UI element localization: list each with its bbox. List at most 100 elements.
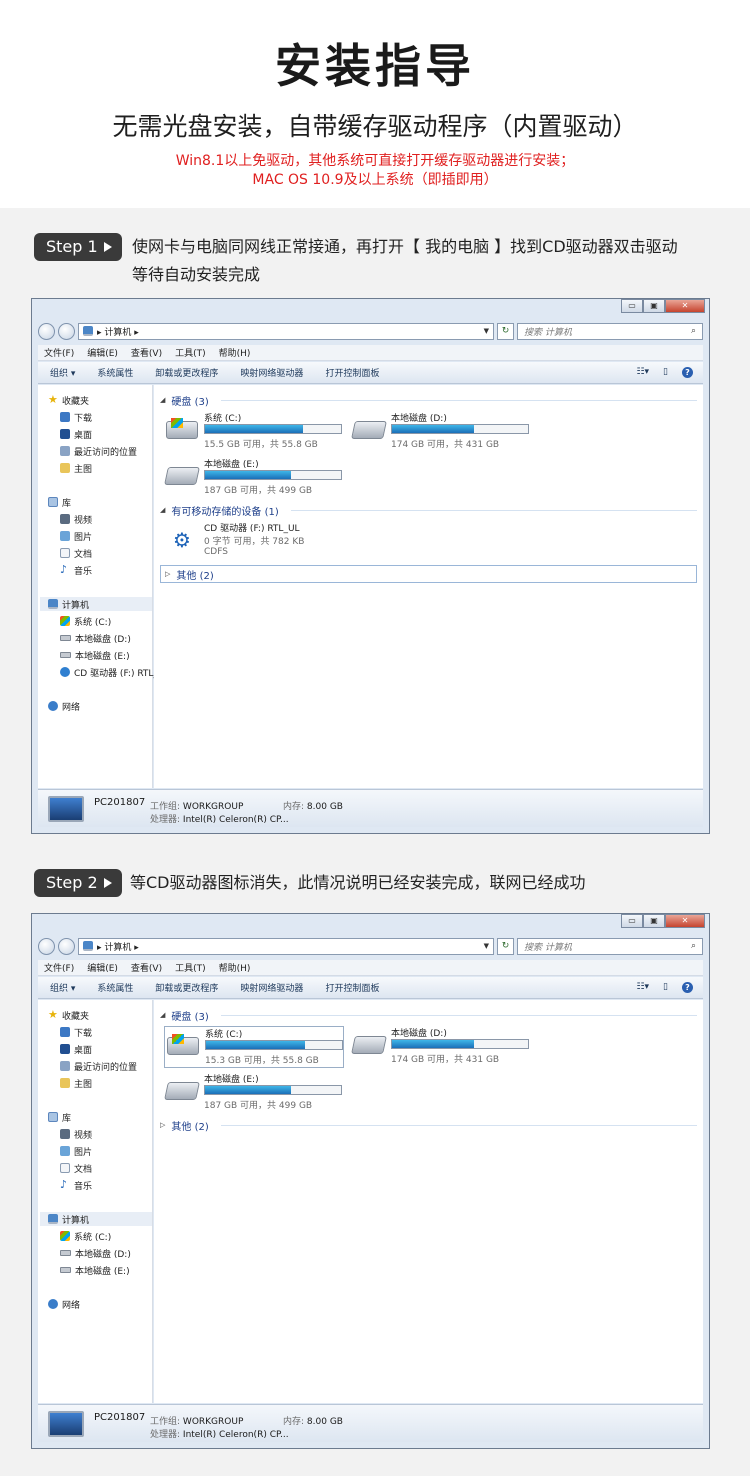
nav-drive-d[interactable]: 本地磁盘 (D:) [60,631,131,645]
control-panel-button[interactable]: 打开控制面板 [325,981,379,994]
menu-tools[interactable]: 工具(T) [175,346,206,359]
maximize-button[interactable]: ▣ [643,299,665,313]
nav-home[interactable]: 主图 [60,1076,92,1090]
nav-recent[interactable]: 最近访问的位置 [60,1059,137,1073]
usage-bar [205,1040,343,1050]
group-hard-disks[interactable]: ◢ 硬盘 (3) [160,1008,697,1023]
caption-buttons: ▭ ▣ ✕ [621,914,705,928]
nav-library[interactable]: 库 [48,495,71,509]
details-pane: PC201807 工作组: WORKGROUP 内存: 8.00 GB 处理器:… [38,789,703,827]
nav-drive-d[interactable]: 本地磁盘 (D:) [60,1246,131,1260]
menu-view[interactable]: 查看(V) [131,961,162,974]
nav-downloads[interactable]: 下载 [60,1025,92,1039]
drive-info: 174 GB 可用，共 431 GB [391,1055,500,1065]
computer-icon [48,599,58,609]
menu-help[interactable]: 帮助(H) [219,961,251,974]
menu-tools[interactable]: 工具(T) [175,961,206,974]
drive-c-tile[interactable]: 系统 (C:) 15.3 GB 可用，共 55.8 GB [164,1026,344,1068]
map-drive-button[interactable]: 映射网络驱动器 [240,366,303,379]
preview-pane-icon[interactable]: ▯ [663,367,668,378]
system-properties-button[interactable]: 系统属性 [97,981,133,994]
drive-d-tile[interactable]: 本地磁盘 (D:) 174 GB 可用，共 431 GB [351,1026,531,1068]
view-options-icon[interactable]: ☷▾ [636,982,649,993]
nav-pictures[interactable]: 图片 [60,1144,92,1158]
desktop-icon [60,429,70,439]
refresh-button[interactable]: ↻ [497,322,514,340]
nav-computer[interactable]: 计算机 [40,1212,152,1226]
nav-library[interactable]: 库 [48,1110,71,1124]
computer-icon [83,941,93,951]
nav-pictures[interactable]: 图片 [60,529,92,543]
nav-home[interactable]: 主图 [60,461,92,475]
workgroup-label: 工作组: [150,1417,181,1427]
forward-button[interactable] [58,322,75,340]
nav-drive-e[interactable]: 本地磁盘 (E:) [60,648,130,662]
step-2-label: Step 2 [46,873,98,892]
nav-favorites[interactable]: ★ 收藏夹 [48,1008,89,1022]
help-icon[interactable]: ? [682,367,693,378]
chevron-down-icon[interactable]: ▼ [484,942,489,950]
nav-documents[interactable]: 文档 [60,1161,92,1175]
group-removable[interactable]: ◢ 有可移动存储的设备 (1) [160,503,697,518]
menu-help[interactable]: 帮助(H) [219,346,251,359]
group-hard-disks[interactable]: ◢ 硬盘 (3) [160,393,697,408]
help-icon[interactable]: ? [682,982,693,993]
nav-drive-c[interactable]: 系统 (C:) [60,614,111,628]
drive-d-tile[interactable]: 本地磁盘 (D:) 174 GB 可用，共 431 GB [351,411,531,453]
nav-videos[interactable]: 视频 [60,1127,92,1141]
hard-drive-icon [164,1082,200,1100]
nav-music[interactable]: ♪ 音乐 [60,563,92,577]
nav-recent[interactable]: 最近访问的位置 [60,444,137,458]
nav-drive-e[interactable]: 本地磁盘 (E:) [60,1263,130,1277]
nav-documents[interactable]: 文档 [60,546,92,560]
forward-button[interactable] [58,937,75,955]
close-button[interactable]: ✕ [665,299,705,313]
uninstall-button[interactable]: 卸载或更改程序 [155,981,218,994]
nav-videos[interactable]: 视频 [60,512,92,526]
view-options-icon[interactable]: ☷▾ [636,367,649,378]
drive-name: 本地磁盘 (D:) [391,1029,447,1039]
back-button[interactable] [38,322,55,340]
menu-edit[interactable]: 编辑(E) [87,961,118,974]
refresh-button[interactable]: ↻ [497,937,514,955]
system-properties-button[interactable]: 系统属性 [97,366,133,379]
maximize-button[interactable]: ▣ [643,914,665,928]
search-input[interactable]: 搜索 计算机 ⌕ [517,322,703,340]
address-bar[interactable]: ▸ 计算机 ▸ ▼ [78,937,494,955]
menu-file[interactable]: 文件(F) [44,346,74,359]
minimize-button[interactable]: ▭ [621,299,643,313]
nav-drive-c[interactable]: 系统 (C:) [60,1229,111,1243]
address-bar[interactable]: ▸ 计算机 ▸ ▼ [78,322,494,340]
drive-c-tile[interactable]: 系统 (C:) 15.5 GB 可用，共 55.8 GB [164,411,344,453]
close-button[interactable]: ✕ [665,914,705,928]
uninstall-button[interactable]: 卸载或更改程序 [155,366,218,379]
minimize-button[interactable]: ▭ [621,914,643,928]
nav-network[interactable]: 网络 [48,1297,80,1311]
nav-music[interactable]: ♪ 音乐 [60,1178,92,1192]
nav-computer-label: 计算机 [62,1215,90,1226]
nav-network[interactable]: 网络 [48,699,80,713]
nav-drive-f[interactable]: CD 驱动器 (F:) RTL_ [60,665,158,679]
nav-computer[interactable]: 计算机 [40,597,152,611]
organize-button[interactable]: 组织 ▾ [50,366,75,379]
address-row: ▸ 计算机 ▸ ▼ ↻ 搜索 计算机 ⌕ [38,321,703,341]
menu-view[interactable]: 查看(V) [131,346,162,359]
nav-downloads[interactable]: 下载 [60,410,92,424]
back-button[interactable] [38,937,55,955]
preview-pane-icon[interactable]: ▯ [663,982,668,993]
drive-e-tile[interactable]: 本地磁盘 (E:) 187 GB 可用，共 499 GB [164,457,344,499]
group-other[interactable]: ▷ 其他 (2) [160,1118,697,1133]
search-input[interactable]: 搜索 计算机 ⌕ [517,937,703,955]
organize-button[interactable]: 组织 ▾ [50,981,75,994]
group-other[interactable]: ▷ 其他 (2) [160,565,697,583]
map-drive-button[interactable]: 映射网络驱动器 [240,981,303,994]
menu-file[interactable]: 文件(F) [44,961,74,974]
menu-edit[interactable]: 编辑(E) [87,346,118,359]
nav-favorites[interactable]: ★ 收藏夹 [48,393,89,407]
control-panel-button[interactable]: 打开控制面板 [325,366,379,379]
chevron-down-icon[interactable]: ▼ [484,327,489,335]
nav-desktop[interactable]: 桌面 [60,1042,92,1056]
drive-e-tile[interactable]: 本地磁盘 (E:) 187 GB 可用，共 499 GB [164,1072,344,1114]
music-icon: ♪ [60,563,68,576]
nav-desktop[interactable]: 桌面 [60,427,92,441]
